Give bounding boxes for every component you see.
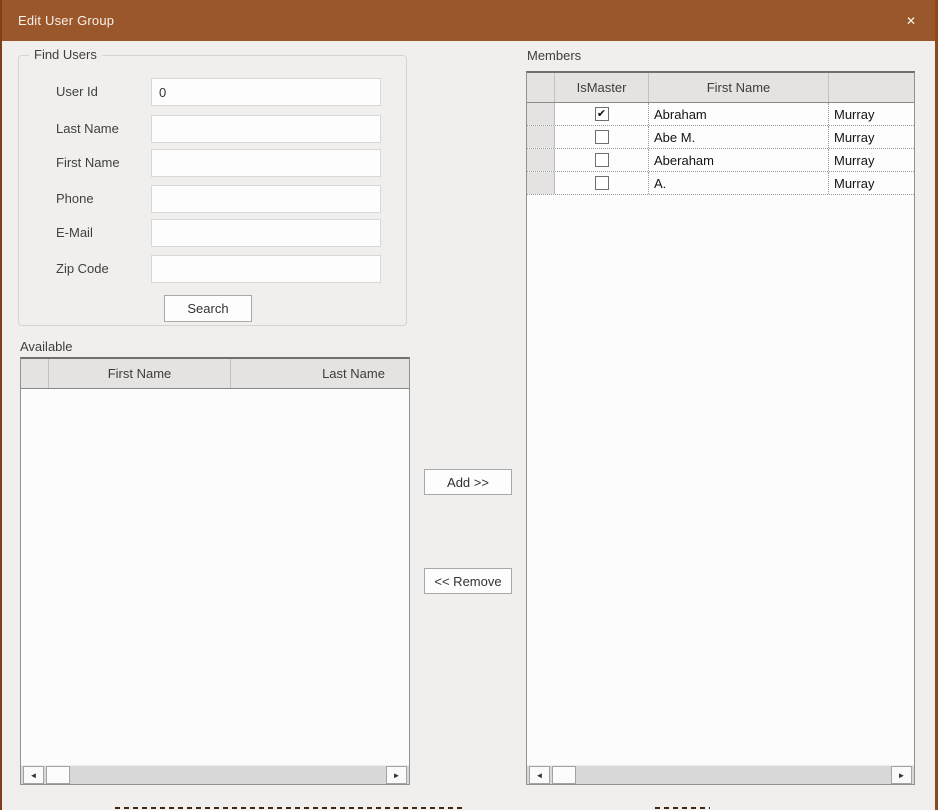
table-row[interactable]: A. Murray [527, 172, 914, 195]
ismaster-checkbox[interactable]: ✔ [595, 107, 609, 121]
last-name-cell[interactable]: Murray [829, 149, 915, 171]
first-name-cell[interactable]: Abe M. [649, 126, 829, 148]
first-name-cell[interactable]: A. [649, 172, 829, 194]
last-name-cell[interactable]: Murray [829, 126, 915, 148]
ismaster-cell [555, 172, 649, 194]
available-select-all-corner[interactable] [21, 359, 49, 388]
available-scrollbar-thumb[interactable] [46, 766, 70, 784]
first-name-label: First Name [56, 149, 151, 177]
find-users-legend: Find Users [29, 47, 102, 62]
row-header[interactable] [527, 172, 555, 194]
ismaster-checkbox[interactable] [595, 153, 609, 167]
available-first-name-column-header[interactable]: First Name [49, 359, 231, 388]
members-first-name-column-header[interactable]: First Name [649, 73, 829, 102]
window-bottom-edge [655, 807, 710, 809]
last-name-cell[interactable]: Murray [829, 172, 915, 194]
row-header[interactable] [527, 149, 555, 171]
email-field[interactable] [151, 219, 381, 247]
members-grid-body[interactable]: ✔ Abraham Murray Abe M. Murray Aberaham … [527, 103, 914, 195]
ismaster-cell [555, 126, 649, 148]
phone-label: Phone [56, 185, 151, 213]
available-grid-header: First Name Last Name [21, 359, 409, 389]
members-label: Members [527, 48, 581, 63]
ismaster-cell [555, 149, 649, 171]
zip-code-label: Zip Code [56, 255, 151, 283]
ismaster-checkbox[interactable] [595, 130, 609, 144]
available-label: Available [20, 339, 73, 354]
close-icon[interactable]: ✕ [894, 0, 928, 41]
row-header[interactable] [527, 126, 555, 148]
members-last-name-column-header[interactable] [829, 73, 915, 102]
available-horizontal-scrollbar[interactable]: ◄ ► [21, 765, 409, 784]
email-row: E-Mail [19, 219, 406, 247]
ismaster-cell: ✔ [555, 103, 649, 125]
remove-button[interactable]: << Remove [424, 568, 512, 594]
ismaster-checkbox[interactable] [595, 176, 609, 190]
edit-user-group-dialog: Edit User Group ✕ Find Users User Id Las… [0, 0, 938, 810]
members-grid-header: IsMaster First Name [527, 73, 914, 103]
add-button[interactable]: Add >> [424, 469, 512, 495]
phone-row: Phone [19, 185, 406, 213]
last-name-row: Last Name [19, 115, 406, 143]
email-label: E-Mail [56, 219, 151, 247]
find-users-groupbox: Find Users User Id Last Name First Name … [18, 55, 407, 326]
user-id-field[interactable] [151, 78, 381, 106]
window-bottom-edge [115, 807, 465, 809]
members-grid: IsMaster First Name ✔ Abraham Murray Abe… [526, 71, 915, 785]
scroll-left-icon[interactable]: ◄ [23, 766, 44, 784]
zip-code-field[interactable] [151, 255, 381, 283]
members-scrollbar-thumb[interactable] [552, 766, 576, 784]
user-id-row: User Id [19, 78, 406, 106]
scroll-right-icon[interactable]: ► [386, 766, 407, 784]
table-row[interactable]: Abe M. Murray [527, 126, 914, 149]
scroll-right-icon[interactable]: ► [891, 766, 912, 784]
table-row[interactable]: ✔ Abraham Murray [527, 103, 914, 126]
search-button[interactable]: Search [164, 295, 252, 322]
first-name-cell[interactable]: Abraham [649, 103, 829, 125]
scroll-left-icon[interactable]: ◄ [529, 766, 550, 784]
phone-field[interactable] [151, 185, 381, 213]
members-select-all-corner[interactable] [527, 73, 555, 102]
first-name-row: First Name [19, 149, 406, 177]
titlebar: Edit User Group ✕ [0, 0, 938, 41]
table-row[interactable]: Aberaham Murray [527, 149, 914, 172]
members-horizontal-scrollbar[interactable]: ◄ ► [527, 765, 914, 784]
zip-code-row: Zip Code [19, 255, 406, 283]
last-name-field[interactable] [151, 115, 381, 143]
user-id-label: User Id [56, 78, 151, 106]
window-title: Edit User Group [0, 13, 114, 28]
last-name-label: Last Name [56, 115, 151, 143]
last-name-cell[interactable]: Murray [829, 103, 915, 125]
first-name-field[interactable] [151, 149, 381, 177]
window-left-border [0, 0, 2, 810]
ismaster-column-header[interactable]: IsMaster [555, 73, 649, 102]
available-grid: First Name Last Name ◄ ► [20, 357, 410, 785]
available-last-name-column-header[interactable]: Last Name [231, 359, 410, 388]
first-name-cell[interactable]: Aberaham [649, 149, 829, 171]
row-header[interactable] [527, 103, 555, 125]
